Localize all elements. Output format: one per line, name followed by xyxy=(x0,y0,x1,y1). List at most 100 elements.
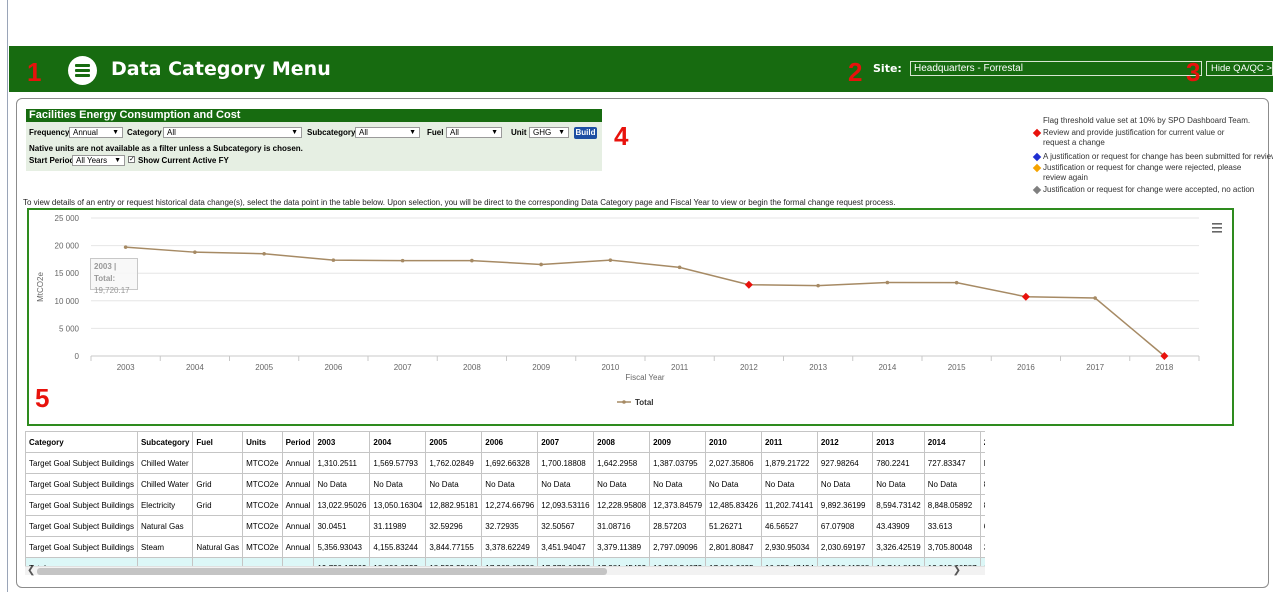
table-cell[interactable]: MTCO2e xyxy=(242,494,283,516)
table-cell[interactable]: 3,844.77155 xyxy=(425,536,483,558)
table-cell[interactable]: 1,762.02849 xyxy=(425,452,483,474)
table-cell[interactable]: 3,378.62249 xyxy=(481,536,539,558)
table-cell[interactable]: Electricity xyxy=(136,494,194,516)
table-cell[interactable]: 5,356.93043 xyxy=(313,536,371,558)
unit-select[interactable]: GHG ▼ xyxy=(529,127,569,138)
table-cell[interactable]: 1,387.03795 xyxy=(649,452,707,474)
table-cell[interactable]: Grid xyxy=(192,473,244,495)
table-cell[interactable]: 31.11989 xyxy=(369,515,427,537)
build-button[interactable]: Build xyxy=(574,127,597,139)
table-cell[interactable]: No Data xyxy=(425,473,483,495)
table-cell[interactable]: 1,692.66328 xyxy=(481,452,539,474)
table-cell[interactable]: 1,700.18808 xyxy=(537,452,595,474)
horizontal-scrollbar[interactable]: ❮ ❯ xyxy=(25,565,985,576)
table-cell[interactable]: 32.59296 xyxy=(425,515,483,537)
table-cell[interactable]: 12,274.66796 xyxy=(481,494,539,516)
table-cell[interactable]: 11,202.74141 xyxy=(760,494,818,516)
table-cell[interactable]: MTCO2e xyxy=(242,452,283,474)
table-cell[interactable]: 3,705.80048 xyxy=(923,536,981,558)
table-cell[interactable]: No Data xyxy=(369,473,427,495)
table-cell[interactable]: 1,879.21722 xyxy=(760,452,818,474)
table-cell[interactable]: Target Goal Subject Buildings xyxy=(25,536,138,558)
scroll-left-icon[interactable]: ❮ xyxy=(27,565,35,576)
table-cell[interactable]: 4,155.83244 xyxy=(369,536,427,558)
table-cell[interactable]: 66.21238 xyxy=(979,515,985,537)
fuel-select[interactable]: All ▼ xyxy=(446,127,502,138)
table-cell[interactable]: 2,801.80847 xyxy=(705,536,762,558)
table-cell[interactable]: MTCO2e xyxy=(242,515,283,537)
table-cell[interactable]: 51.26271 xyxy=(705,515,762,537)
table-cell[interactable]: No Data xyxy=(537,473,595,495)
table-cell[interactable]: 32.72935 xyxy=(481,515,539,537)
table-cell[interactable]: Target Goal Subject Buildings xyxy=(25,494,138,516)
table-cell[interactable]: Target Goal Subject Buildings xyxy=(25,452,138,474)
table-cell[interactable]: 31.08716 xyxy=(593,515,651,537)
table-cell[interactable]: 30.0451 xyxy=(313,515,371,537)
category-select[interactable]: All ▼ xyxy=(163,127,302,138)
table-cell[interactable]: 12,882.95181 xyxy=(425,494,483,516)
table-cell[interactable]: Annual xyxy=(281,494,315,516)
table-cell[interactable]: 1,310.2511 xyxy=(313,452,371,474)
table-cell[interactable]: Annual xyxy=(281,473,315,495)
table-cell[interactable]: 2,030.69197 xyxy=(816,536,874,558)
table-cell[interactable] xyxy=(192,452,244,474)
table-cell[interactable]: 9,892.36199 xyxy=(816,494,874,516)
table-cell[interactable]: 32.50567 xyxy=(537,515,595,537)
table-cell[interactable]: 780.2241 xyxy=(872,452,925,474)
table-cell[interactable]: 46.56527 xyxy=(760,515,818,537)
table-row[interactable]: Target Goal Subject Buildings Chilled Wat… xyxy=(25,473,985,495)
table-cell[interactable]: 727.83347 xyxy=(923,452,981,474)
table-cell[interactable]: 3,326.42519 xyxy=(872,536,925,558)
table-cell[interactable]: MTCO2e xyxy=(242,536,283,558)
subcategory-select[interactable]: All ▼ xyxy=(355,127,420,138)
table-cell[interactable]: Target Goal Subject Buildings xyxy=(25,515,138,537)
table-cell[interactable]: 3,379.11389 xyxy=(593,536,651,558)
scroll-right-icon[interactable]: ❯ xyxy=(953,565,961,576)
table-cell[interactable]: Annual xyxy=(281,515,315,537)
table-cell[interactable]: 3,451.94047 xyxy=(537,536,595,558)
table-row[interactable]: Target Goal Subject Buildings Chilled Wat… xyxy=(25,452,985,474)
table-cell[interactable]: 12,093.53116 xyxy=(537,494,595,516)
table-row[interactable]: Target Goal Subject Buildings Natural Gas… xyxy=(25,515,985,537)
table-cell[interactable]: 853.94335 xyxy=(979,473,985,495)
table-cell[interactable]: 2,797.09096 xyxy=(649,536,707,558)
table-cell[interactable]: 8,848.05892 xyxy=(923,494,981,516)
table-cell[interactable]: 13,022.95026 xyxy=(313,494,371,516)
table-cell[interactable]: Chilled Water xyxy=(136,473,194,495)
table-row[interactable]: Target Goal Subject Buildings Steam Natura… xyxy=(25,536,985,558)
table-cell[interactable]: Natural Gas xyxy=(136,515,194,537)
table-cell[interactable]: 1,642.2958 xyxy=(593,452,651,474)
table-cell[interactable]: No Data xyxy=(872,473,925,495)
table-cell[interactable]: No Data xyxy=(979,452,985,474)
table-cell[interactable]: 3,632.8816 xyxy=(979,536,985,558)
line-chart[interactable]: 0 5 000 10 000 15 000 20 000 25 000 MtCO2e 2003… xyxy=(29,210,1232,424)
table-row[interactable]: Target Goal Subject Buildings Electricity… xyxy=(25,494,985,516)
site-select[interactable]: Headquarters - Forrestal xyxy=(910,61,1202,76)
table-cell[interactable]: 12,228.95808 xyxy=(593,494,651,516)
table-cell[interactable]: 1,569.57793 xyxy=(369,452,427,474)
table-cell[interactable]: Natural Gas xyxy=(192,536,244,558)
table-cell[interactable]: No Data xyxy=(593,473,651,495)
table-cell[interactable]: Annual xyxy=(281,536,315,558)
hide-qaqc-button[interactable]: Hide QA/QC >>> xyxy=(1206,61,1273,76)
show-fy-checkbox[interactable]: ✓ xyxy=(128,156,135,163)
table-cell[interactable]: Grid xyxy=(192,494,244,516)
table-cell[interactable]: 67.07908 xyxy=(816,515,874,537)
scrollbar-thumb[interactable] xyxy=(37,568,607,575)
table-cell[interactable]: No Data xyxy=(481,473,539,495)
start-period-select[interactable]: All Years ▼ xyxy=(72,155,125,166)
table-cell[interactable] xyxy=(192,515,244,537)
table-cell[interactable]: 12,373.84579 xyxy=(649,494,707,516)
table-cell[interactable]: 927.98264 xyxy=(816,452,874,474)
table-cell[interactable]: Steam xyxy=(136,536,194,558)
table-cell[interactable]: 2,930.95034 xyxy=(760,536,818,558)
table-cell[interactable]: No Data xyxy=(816,473,874,495)
hamburger-menu-icon[interactable] xyxy=(68,56,97,85)
table-cell[interactable]: Annual xyxy=(281,452,315,474)
table-cell[interactable]: 2,027.35806 xyxy=(705,452,762,474)
table-cell[interactable]: 13,050.16304 xyxy=(369,494,427,516)
table-cell[interactable]: 43.43909 xyxy=(872,515,925,537)
table-cell[interactable]: No Data xyxy=(313,473,371,495)
table-cell[interactable]: 8,734.37385 xyxy=(979,494,985,516)
table-cell[interactable]: Chilled Water xyxy=(136,452,194,474)
